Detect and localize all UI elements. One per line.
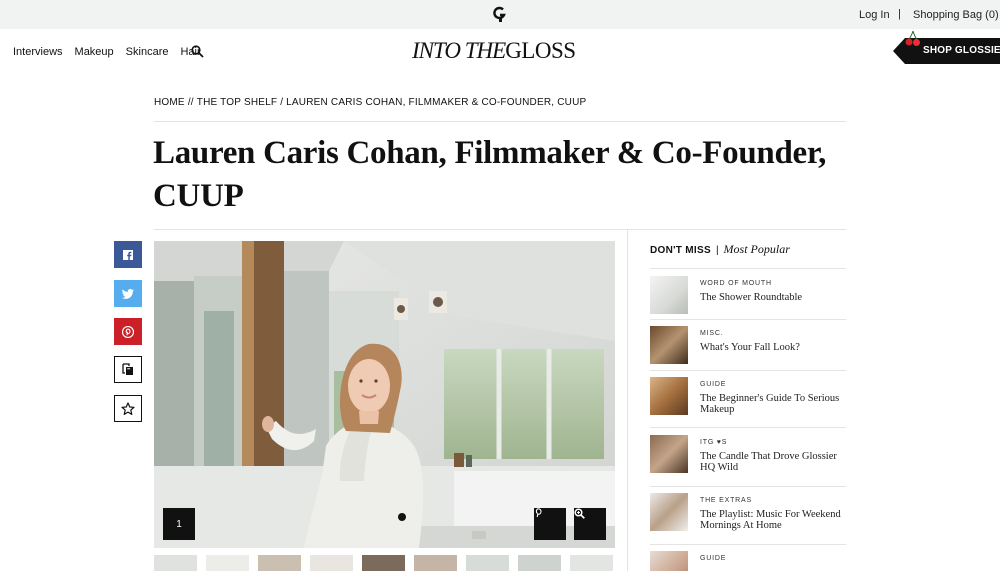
article-category: MISC. [700,330,724,337]
site-logo[interactable]: INTO THEGLOSS [412,38,576,64]
shop-glossier-button[interactable]: SHOP GLOSSIER [893,30,1000,64]
tab-dont-miss[interactable]: DON'T MISS [650,245,711,256]
article-thumbnail [650,377,688,415]
article-category: GUIDE [700,555,727,562]
save-favorite-button[interactable] [114,395,142,422]
divider [650,268,846,269]
article-category: GUIDE [700,381,727,388]
zoom-icon [574,508,585,519]
nav-item-interviews[interactable]: Interviews [13,46,63,58]
gallery-thumbnail[interactable] [362,555,405,571]
article-title[interactable]: The Shower Roundtable [700,292,850,303]
glossier-g-icon[interactable] [493,6,507,22]
article-title[interactable]: The Candle That Drove Glossier HQ Wild [700,451,850,473]
article-thumbnail [650,326,688,364]
article-thumbnail [650,551,688,571]
star-icon [121,401,135,415]
search-icon[interactable] [191,45,204,58]
gallery-thumbnail[interactable] [310,555,353,571]
gallery-counter: 1 [163,508,195,540]
gallery-thumbnail[interactable] [258,555,301,571]
gallery-thumbnail[interactable] [154,555,197,571]
gallery-thumbnail[interactable] [206,555,249,571]
shop-notch [893,38,905,64]
breadcrumb-sep-2: / [280,97,284,108]
gallery-thumbnails [154,555,615,571]
article-thumbnail [650,493,688,531]
bathroom-portrait-photo [154,241,615,548]
article-category: WORD OF MOUTH [700,280,772,287]
topbar-separator: | [898,8,901,20]
twitter-share-button[interactable] [114,280,142,307]
page-title: Lauren Caris Cohan, Filmmaker & Co-Found… [153,135,827,214]
article-thumbnail [650,276,688,314]
nav-item-makeup[interactable]: Makeup [75,46,114,58]
twitter-icon [122,288,134,299]
utility-bar: Log In | Shopping Bag (0) [0,0,1000,29]
breadcrumb-section[interactable]: THE TOP SHELF [197,97,277,108]
article-category: ITG ♥S [700,439,728,446]
sidebar-header: DON'T MISS | Most Popular [650,242,790,257]
cherry-icon [905,30,920,46]
article-category: THE EXTRAS [700,497,752,504]
article-title[interactable]: The Beginner's Guide To Serious Makeup [700,393,850,415]
divider [650,370,846,371]
breadcrumb-current: LAUREN CARIS COHAN, FILMMAKER & CO-FOUND… [286,97,587,108]
article-title[interactable]: What's Your Fall Look? [700,342,850,353]
facebook-share-button[interactable] [114,241,142,268]
gallery-thumbnail[interactable] [466,555,509,571]
sidebar-divider [627,230,628,571]
copy-icon [122,363,133,375]
facebook-icon [123,249,133,260]
login-link[interactable]: Log In [859,9,890,21]
divider [650,486,846,487]
tab-separator: | [715,245,719,256]
gallery-thumbnail[interactable] [518,555,561,571]
logo-part-into-the: INTO THE [412,38,506,63]
gallery-thumbnail[interactable] [414,555,457,571]
article-title[interactable]: The Playlist: Music For Weekend Mornings… [700,509,850,531]
divider [154,229,846,230]
divider [650,544,846,545]
zoom-image-button[interactable] [574,508,606,540]
logo-part-gloss: GLOSS [505,38,576,63]
article-thumbnail [650,435,688,473]
main-nav: Interviews Makeup Skincare Hair [13,45,213,58]
divider [154,121,846,122]
copy-link-button[interactable] [114,356,142,383]
breadcrumb: HOME//THE TOP SHELF / LAUREN CARIS COHAN, … [154,97,586,108]
nav-item-skincare[interactable]: Skincare [126,46,169,58]
pin-image-button[interactable] [534,508,566,540]
gallery-thumbnail[interactable] [570,555,613,571]
pinterest-icon [122,325,134,338]
breadcrumb-home[interactable]: HOME [154,97,185,108]
divider [650,319,846,320]
pinterest-icon [535,508,542,518]
breadcrumb-sep: // [187,97,194,108]
divider [650,427,846,428]
shop-glossier-label: SHOP GLOSSIER [923,45,1000,56]
pinterest-share-button[interactable] [114,318,142,345]
shopping-bag-link[interactable]: Shopping Bag (0) [913,9,999,21]
article-hero-image[interactable]: 1 [154,241,615,548]
tab-most-popular[interactable]: Most Popular [724,242,790,256]
